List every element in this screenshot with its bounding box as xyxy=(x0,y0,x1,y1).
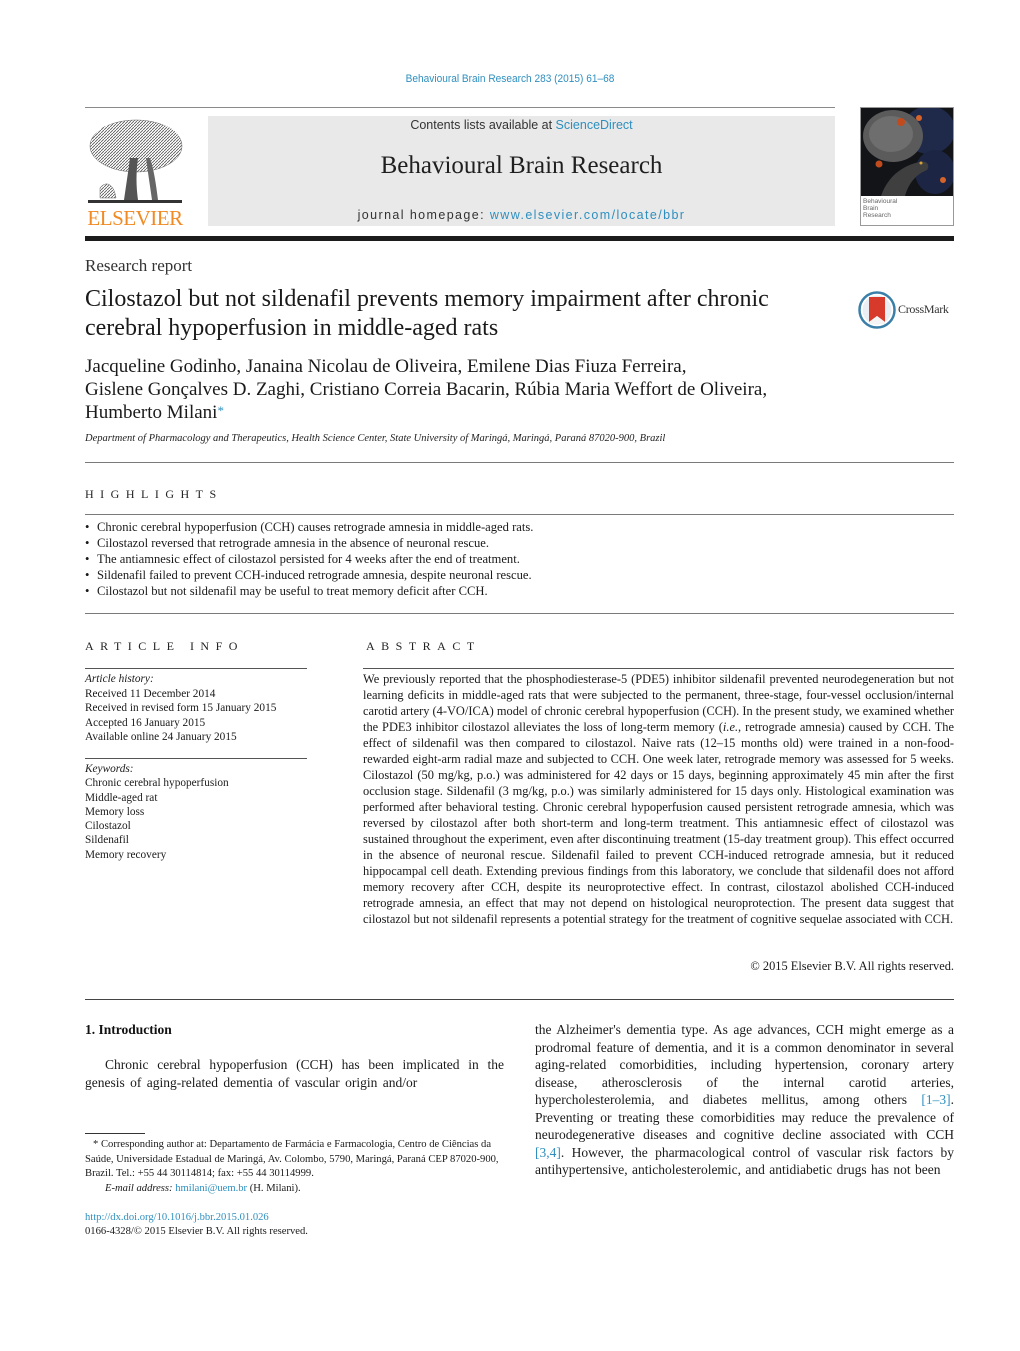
intro-text-segment: . However, the pharmacological control o… xyxy=(535,1144,954,1178)
sciencedirect-link[interactable]: ScienceDirect xyxy=(556,118,633,132)
journal-homepage-link[interactable]: www.elsevier.com/locate/bbr xyxy=(490,208,686,222)
crossmark-icon xyxy=(858,291,896,329)
header-divider xyxy=(85,107,835,108)
author-line: Gislene Gonçalves D. Zaghi, Cristiano Co… xyxy=(85,379,768,400)
keyword: Memory loss xyxy=(85,805,145,818)
email-suffix: (H. Milani). xyxy=(247,1182,301,1194)
article-info-divider xyxy=(85,668,307,669)
contents-line: Contents lists available at ScienceDirec… xyxy=(208,118,835,132)
journal-title: Behavioural Brain Research xyxy=(380,152,663,179)
header-thick-divider xyxy=(85,236,954,241)
keywords: Keywords: Chronic cerebral hypoperfusion… xyxy=(85,762,315,862)
homepage-prefix: journal homepage: xyxy=(357,208,490,222)
footnote-text: Corresponding author at: Departamento de… xyxy=(85,1139,499,1179)
keyword: Cilostazol xyxy=(85,820,131,833)
journal-cover-thumbnail[interactable]: Behavioural Brain Research xyxy=(860,107,954,226)
elsevier-wordmark: ELSEVIER xyxy=(87,206,183,230)
elsevier-logo[interactable]: ELSEVIER xyxy=(85,116,185,230)
journal-homepage-line: journal homepage: www.elsevier.com/locat… xyxy=(208,208,835,222)
cover-brain-rat-image xyxy=(861,108,953,196)
history-entry: Received in revised form 15 January 2015 xyxy=(85,702,277,714)
journal-masthead: Contents lists available at ScienceDirec… xyxy=(208,116,835,226)
introduction-paragraph-right: the Alzheimer's dementia type. As age ad… xyxy=(535,1021,954,1179)
corresponding-author-footnote: * Corresponding author at: Departamento … xyxy=(85,1138,510,1196)
footnote-divider xyxy=(85,1133,145,1134)
elsevier-tree-icon xyxy=(88,119,183,203)
citation-link[interactable]: [1–3] xyxy=(921,1092,950,1107)
highlight-item: Cilostazol reversed that retrograde amne… xyxy=(85,535,954,551)
highlights-list: Chronic cerebral hypoperfusion (CCH) cau… xyxy=(85,519,954,599)
corresponding-author-link[interactable]: * xyxy=(217,403,224,418)
introduction-paragraph-left: Chronic cerebral hypoperfusion (CCH) has… xyxy=(85,1057,504,1090)
author-line: Jacqueline Godinho, Janaina Nicolau de O… xyxy=(85,356,687,377)
intro-text-segment: the Alzheimer's dementia type. As age ad… xyxy=(535,1022,954,1107)
footnote-marker: * xyxy=(93,1139,99,1150)
abstract-italic: i.e. xyxy=(722,720,739,734)
citation-link[interactable]: [3,4] xyxy=(535,1145,561,1160)
abstract-text: We previously reported that the phosphod… xyxy=(363,671,954,927)
section-divider xyxy=(85,462,954,463)
corresponding-author-name: Humberto Milani xyxy=(85,402,218,423)
author-line: Humberto Milani* xyxy=(85,401,845,424)
highlights-divider xyxy=(85,514,954,515)
article-title: Cilostazol but not sildenafil prevents m… xyxy=(85,286,769,341)
section-divider xyxy=(85,613,954,614)
article-info-heading: ARTICLE INFO xyxy=(85,639,244,653)
article-info-divider xyxy=(85,758,307,759)
article-history: Article history: Received 11 December 20… xyxy=(85,672,315,745)
history-entry: Available online 24 January 2015 xyxy=(85,731,237,743)
contents-prefix: Contents lists available at xyxy=(410,118,556,132)
keyword: Middle-aged rat xyxy=(85,791,158,804)
issn-copyright: 0166-4328/© 2015 Elsevier B.V. All right… xyxy=(85,1226,308,1237)
abstract-heading: ABSTRACT xyxy=(366,639,481,653)
article-type: Research report xyxy=(85,256,193,275)
crossmark-label: CrossMark xyxy=(898,302,949,316)
highlight-item: Sildenafil failed to prevent CCH-induced… xyxy=(85,567,954,583)
author-affiliation: Department of Pharmacology and Therapeut… xyxy=(85,433,666,444)
author-list: Jacqueline Godinho, Janaina Nicolau de O… xyxy=(85,355,845,424)
highlight-item: Cilostazol but not sildenafil may be use… xyxy=(85,583,954,599)
highlights-heading: HIGHLIGHTS xyxy=(85,487,223,501)
keyword: Chronic cerebral hypoperfusion xyxy=(85,777,229,790)
introduction-heading: 1. Introduction xyxy=(85,1022,172,1037)
highlight-item: Chronic cerebral hypoperfusion (CCH) cau… xyxy=(85,519,954,535)
keyword: Sildenafil xyxy=(85,834,129,847)
crossmark-button[interactable]: CrossMark xyxy=(858,291,958,331)
email-link[interactable]: hmilani@uem.br xyxy=(175,1183,247,1194)
abstract-copyright: © 2015 Elsevier B.V. All rights reserved… xyxy=(750,959,954,973)
keywords-label: Keywords: xyxy=(85,763,134,775)
keyword: Memory recovery xyxy=(85,848,167,861)
abstract-divider xyxy=(363,668,954,669)
cover-journal-label: Behavioural Brain Research xyxy=(861,196,953,225)
cover-label-line: Research xyxy=(863,212,891,219)
cover-label-line: Brain xyxy=(863,205,879,212)
doi-link[interactable]: http://dx.doi.org/10.1016/j.bbr.2015.01.… xyxy=(85,1212,269,1223)
abstract-segment: , retrograde amnesia) caused by CCH. The… xyxy=(363,720,955,926)
history-entry: Accepted 16 January 2015 xyxy=(85,716,206,729)
journal-citation-link[interactable]: Behavioural Brain Research 283 (2015) 61… xyxy=(41,73,979,85)
cover-label-line: Behavioural xyxy=(863,198,898,205)
history-entry: Received 11 December 2014 xyxy=(85,687,216,700)
section-divider xyxy=(85,999,954,1000)
article-history-label: Article history: xyxy=(85,673,154,685)
email-label: E-mail address: xyxy=(105,1182,173,1194)
highlight-item: The antiamnesic effect of cilostazol per… xyxy=(85,551,954,567)
